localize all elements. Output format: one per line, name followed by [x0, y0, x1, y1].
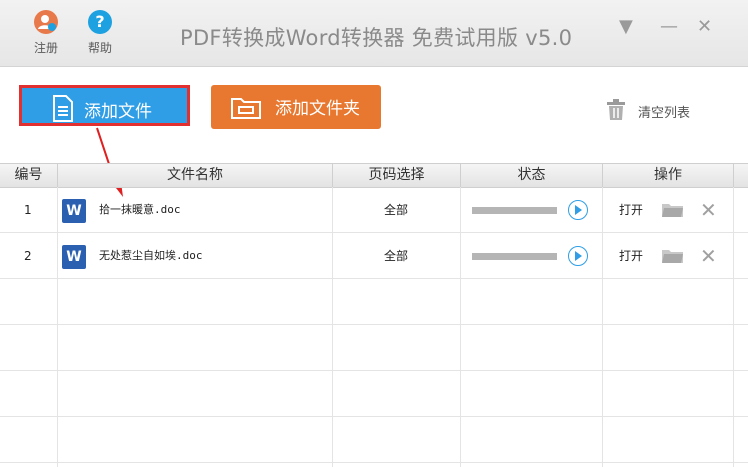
row-index: 1	[24, 203, 32, 217]
row-index: 2	[24, 249, 32, 263]
header-actions: 操作	[603, 164, 734, 187]
delete-icon[interactable]: ✕	[700, 187, 717, 233]
folder-icon[interactable]	[662, 248, 683, 263]
page-selection[interactable]: 全部	[384, 233, 408, 279]
header-status: 状态	[461, 164, 603, 187]
open-button[interactable]: 打开	[619, 233, 643, 279]
table-row[interactable]: 1 W 拾一抹暖意.doc 全部 打开 ✕	[0, 187, 748, 233]
open-button[interactable]: 打开	[619, 187, 643, 233]
progress-bar	[472, 253, 557, 260]
play-icon[interactable]	[568, 200, 588, 220]
file-name: 拾一抹暖意.doc	[99, 203, 181, 216]
empty-row	[0, 279, 748, 325]
word-file-icon: W	[62, 199, 86, 223]
file-table: 编号 文件名称 页码选择 状态 操作 1 W 拾一抹暖意.doc 全部 打开 ✕…	[0, 163, 748, 467]
empty-row	[0, 371, 748, 417]
header-pages: 页码选择	[333, 164, 461, 187]
progress-bar	[472, 207, 557, 214]
word-file-icon: W	[62, 245, 86, 269]
empty-row	[0, 417, 748, 463]
folder-icon[interactable]	[662, 202, 683, 217]
delete-icon[interactable]: ✕	[700, 233, 717, 279]
empty-row	[0, 325, 748, 371]
file-name: 无处惹尘自如埃.doc	[99, 249, 203, 262]
header-index: 编号	[0, 164, 58, 187]
header-filename: 文件名称	[58, 164, 333, 187]
table-header: 编号 文件名称 页码选择 状态 操作	[0, 163, 748, 188]
play-icon[interactable]	[568, 246, 588, 266]
page-selection[interactable]: 全部	[384, 187, 408, 233]
table-row[interactable]: 2 W 无处惹尘自如埃.doc 全部 打开 ✕	[0, 233, 748, 279]
